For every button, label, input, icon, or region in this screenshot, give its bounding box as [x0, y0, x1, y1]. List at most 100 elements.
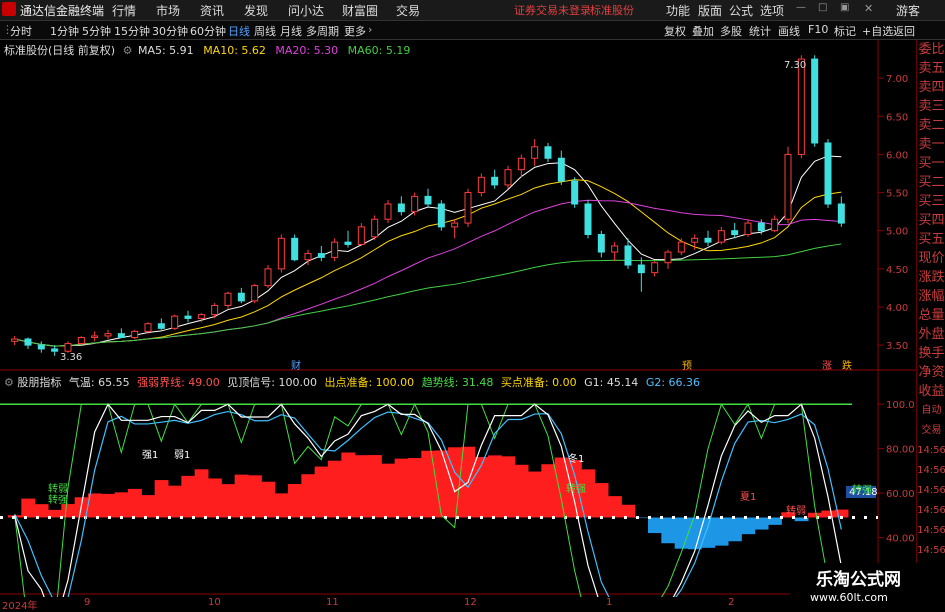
quote-panel-item: 买三 — [918, 194, 945, 209]
candle-body — [331, 241, 339, 258]
quote-panel-item: 涨跌 — [918, 270, 945, 285]
candle-body — [304, 253, 312, 261]
f10-button[interactable]: F10 — [808, 23, 828, 36]
candle-body — [264, 268, 272, 287]
candle-body — [197, 314, 205, 319]
tab-30min[interactable]: 30分钟 — [152, 23, 188, 39]
menu-item-banmian[interactable]: 版面 — [698, 2, 722, 19]
menu-item-shichang[interactable]: 市场 — [156, 2, 180, 19]
candle-body — [64, 343, 72, 352]
kline-chart[interactable]: 7.00 6.50 6.00 5.50 5.00 4.50 4.00 3.50 100.0 80… — [0, 40, 916, 597]
indicator-blue-area — [661, 517, 676, 544]
indicator-red-area — [301, 474, 316, 518]
menu-item-gongneng[interactable]: 功能 — [666, 2, 690, 19]
duogu-button[interactable]: 多股 — [720, 23, 742, 39]
settings-gear-icon[interactable]: ⚙ — [123, 44, 133, 57]
candle-body — [477, 176, 485, 194]
tongji-button[interactable]: 统计 — [749, 23, 771, 39]
tab-1min[interactable]: 1分钟 — [50, 23, 79, 39]
indicator-gear-icon[interactable]: ⚙ — [4, 376, 14, 389]
candle-body — [771, 218, 779, 232]
candle-body — [584, 203, 592, 236]
candle-body — [424, 195, 432, 205]
menu-item-zixun[interactable]: 资讯 — [200, 2, 224, 19]
candle-body — [451, 222, 459, 228]
date-label-2024: 2024年 — [2, 601, 38, 612]
indicator-red-area — [221, 484, 236, 518]
menu-item-xuanxiang[interactable]: 选项 — [760, 2, 784, 19]
g2-value: G2: 66.36 — [645, 376, 701, 389]
period-toolbar: ⋮ 分时 1分钟 5分钟 15分钟 30分钟 60分钟 日线 周线 月线 多周期… — [0, 21, 945, 40]
indicator-red-area — [381, 463, 396, 518]
menu-item-hangqing[interactable]: 行情 — [112, 2, 136, 19]
menu-item-faxian[interactable]: 发现 — [244, 2, 268, 19]
date-label-12: 12 — [464, 597, 477, 608]
login-notice[interactable]: 证券交易未登录 — [514, 2, 591, 18]
candle-body — [731, 230, 739, 236]
date-axis: 2024年 9 10 11 12 1 2 — [0, 597, 790, 612]
tab-zhouxian[interactable]: 周线 — [254, 23, 276, 39]
indicator-red-area — [21, 498, 36, 518]
indicator-red-area — [354, 455, 369, 518]
die-tag[interactable]: 跌 — [842, 359, 852, 372]
tab-duozhouqi[interactable]: 多周期 — [306, 23, 339, 39]
quote-panel-item: 买五 — [918, 232, 945, 247]
indicator-red-area — [168, 485, 182, 518]
quote-panel-item: 买四 — [918, 213, 945, 228]
menu-item-jiaoyi[interactable]: 交易 — [396, 2, 420, 19]
signal-label-8: 转弱 — [786, 504, 806, 517]
minimize-icon[interactable]: — — [796, 2, 806, 13]
indicator-red-area — [394, 458, 409, 518]
candle-body — [51, 348, 59, 352]
quote-panel-item: 交易 — [921, 425, 942, 436]
maximize-icon[interactable]: ▣ — [840, 2, 849, 13]
guest-label[interactable]: 游客 — [896, 2, 920, 19]
diejia-button[interactable]: 叠加 — [692, 23, 714, 39]
quote-panel-item: 换手 — [918, 346, 945, 361]
candle-body — [504, 169, 512, 186]
tab-rixian[interactable]: 日线 — [228, 23, 250, 39]
menu-item-gongshi[interactable]: 公式 — [729, 2, 753, 19]
back-button[interactable]: 返回 — [893, 23, 915, 39]
restore-icon[interactable]: □ — [818, 2, 827, 13]
candle-body — [357, 226, 365, 245]
candle-body — [237, 292, 245, 302]
indicator-red-area — [408, 458, 422, 518]
quote-panel-item: 卖四 — [918, 80, 945, 95]
quote-panel-item: 14:56 — [917, 485, 945, 496]
yu-tag[interactable]: 预 — [682, 360, 692, 372]
tab-yuexian[interactable]: 月线 — [280, 23, 302, 39]
tab-15min[interactable]: 15分钟 — [114, 23, 150, 39]
tab-fenshi[interactable]: 分时 — [10, 23, 32, 39]
biaoji-button[interactable]: 标记 — [834, 23, 856, 39]
candle-body — [691, 237, 699, 243]
menu-item-caifuquan[interactable]: 财富圈 — [342, 2, 378, 19]
indicator-red-area — [541, 464, 556, 518]
candle-body — [544, 146, 552, 159]
candle-body — [344, 241, 352, 245]
menu-item-wenxiaoda[interactable]: 问小达 — [288, 2, 324, 19]
candle-body — [144, 323, 152, 332]
tab-60min[interactable]: 60分钟 — [190, 23, 226, 39]
huaxian-button[interactable]: 画线 — [778, 23, 800, 39]
fuquan-button[interactable]: 复权 — [664, 23, 686, 39]
close-icon[interactable]: ✕ — [864, 2, 873, 15]
indicator-red-area — [501, 456, 516, 518]
high-price-label: 7.30 — [784, 60, 806, 71]
watermark-url: www.60lt.com — [810, 591, 888, 604]
candle-body — [704, 237, 712, 243]
indicator-red-area — [141, 495, 156, 518]
candle-body — [611, 245, 619, 253]
indicator-red-area — [314, 466, 329, 518]
zhang-tag[interactable]: 涨 — [822, 360, 832, 372]
tab-gengduo[interactable]: 更多 — [344, 23, 366, 39]
tab-5min[interactable]: 5分钟 — [82, 23, 111, 39]
cai-tag[interactable]: 财 — [291, 359, 301, 372]
signal-label-5: 冬1 — [568, 452, 584, 465]
add-watchlist-button[interactable]: +自选 — [862, 23, 893, 39]
quote-panel-item: 14:56 — [917, 525, 945, 536]
main-chart-legend: 标准股份(日线 前复权) ⚙ MA5: 5.91 MA10: 5.62 MA20… — [4, 42, 410, 58]
price-tick-label: 7.00 — [886, 74, 908, 85]
maidian-value: 买点准备: 0.00 — [500, 376, 577, 389]
indicator-red-area — [274, 493, 289, 518]
